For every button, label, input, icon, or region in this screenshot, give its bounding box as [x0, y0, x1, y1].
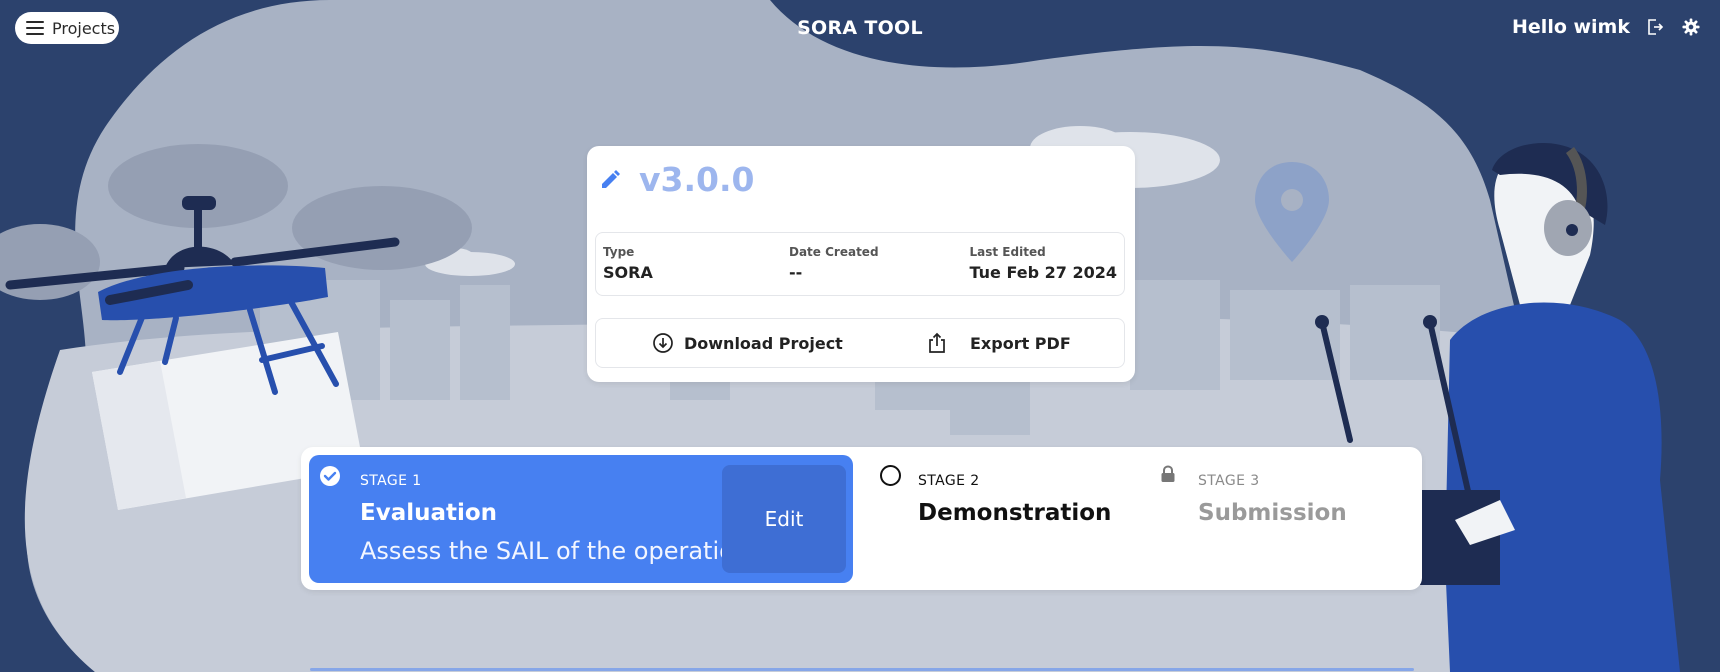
project-version: v3.0.0	[639, 160, 755, 199]
gear-icon[interactable]	[1680, 16, 1702, 38]
meta-last-edited: Last Edited Tue Feb 27 2024	[970, 245, 1118, 282]
stage-3-card: STAGE 3 Submission	[1158, 455, 1408, 583]
project-actions: Download Project Export PDF	[595, 318, 1125, 368]
stages-panel: STAGE 1 Evaluation Assess the SAIL of th…	[301, 447, 1422, 590]
project-header: v3.0.0	[597, 160, 754, 199]
stage-1-number: STAGE 1	[360, 473, 422, 489]
share-icon	[926, 332, 948, 354]
check-circle-icon	[320, 466, 340, 486]
project-card: v3.0.0 Type SORA Date Created -- Last Ed…	[587, 146, 1135, 382]
project-metadata: Type SORA Date Created -- Last Edited Tu…	[595, 232, 1125, 296]
app-title: SORA TOOL	[797, 17, 923, 39]
meta-type-label: Type	[603, 245, 635, 259]
stage-2-card[interactable]: STAGE 2 Demonstration	[878, 455, 1138, 583]
user-greeting: Hello wimk	[1512, 16, 1630, 38]
meta-last-edited-value: Tue Feb 27 2024	[969, 263, 1118, 282]
stage-1-card[interactable]: STAGE 1 Evaluation Assess the SAIL of th…	[309, 455, 853, 583]
download-icon	[652, 332, 674, 354]
download-project-button[interactable]: Download Project	[652, 319, 843, 367]
stage-1-description: Assess the SAIL of the operation	[360, 537, 750, 565]
stage-2-name: Demonstration	[918, 500, 1112, 526]
pencil-icon[interactable]	[597, 167, 623, 193]
download-project-label: Download Project	[684, 333, 843, 353]
export-pdf-button[interactable]: Export PDF	[926, 319, 1071, 367]
lock-icon	[1161, 465, 1175, 482]
circle-icon	[880, 465, 901, 486]
logout-icon[interactable]	[1644, 16, 1666, 38]
bottom-progress-edge	[310, 668, 1414, 671]
stage-2-number: STAGE 2	[918, 473, 980, 489]
user-area: Hello wimk	[1512, 16, 1702, 38]
export-pdf-label: Export PDF	[970, 333, 1071, 353]
meta-type-value: SORA	[603, 263, 653, 282]
meta-date-created-value: --	[789, 263, 803, 282]
stage-1-name: Evaluation	[360, 500, 498, 526]
stage-3-name: Submission	[1198, 500, 1347, 526]
edit-stage-button[interactable]: Edit	[722, 465, 846, 573]
meta-date-created: Date Created --	[789, 245, 879, 282]
meta-last-edited-label: Last Edited	[969, 245, 1046, 259]
stage-3-number: STAGE 3	[1198, 473, 1260, 489]
meta-type: Type SORA	[603, 245, 653, 282]
meta-date-created-label: Date Created	[789, 245, 879, 259]
